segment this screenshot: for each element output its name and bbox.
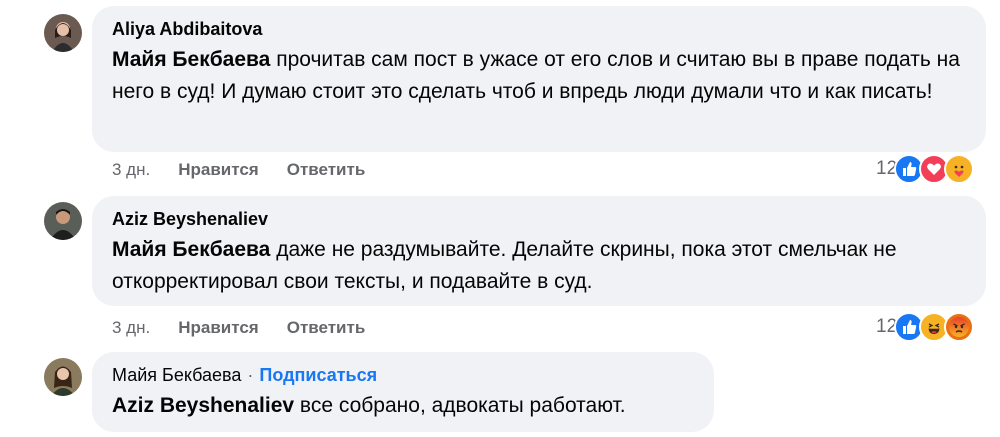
angry-reaction-icon bbox=[944, 312, 975, 342]
reactions-summary[interactable]: 12 bbox=[876, 312, 975, 342]
author-name[interactable]: Aziz Beyshenaliev bbox=[112, 208, 268, 230]
avatar[interactable] bbox=[44, 202, 82, 240]
comment-text: Aziz Beyshenaliev все собрано, адвокаты … bbox=[112, 390, 694, 422]
comment-body: все собрано, адвокаты работают. bbox=[294, 394, 626, 417]
comment-author[interactable]: Aliya Abdibaitova bbox=[112, 18, 966, 40]
care-reaction-icon bbox=[944, 154, 975, 184]
separator-dot: · bbox=[247, 365, 254, 385]
reactions-summary[interactable]: 12 bbox=[876, 154, 975, 184]
avatar[interactable] bbox=[44, 358, 82, 396]
comment-text: Майя Бекбаева прочитав сам пост в ужасе … bbox=[112, 44, 966, 108]
comment-bubble: Aliya Abdibaitova Майя Бекбаева прочитав… bbox=[92, 6, 986, 152]
reply-button[interactable]: Ответить bbox=[287, 160, 366, 180]
mention-link[interactable]: Майя Бекбаева bbox=[112, 48, 270, 71]
author-name[interactable]: Майя Бекбаева bbox=[112, 364, 241, 386]
follow-button[interactable]: Подписаться bbox=[259, 364, 377, 386]
reply-button[interactable]: Ответить bbox=[287, 318, 366, 338]
comment-text: Майя Бекбаева даже не раздумывайте. Дела… bbox=[112, 234, 966, 298]
author-name[interactable]: Aliya Abdibaitova bbox=[112, 18, 262, 40]
comment-author: Майя Бекбаева · Подписаться bbox=[112, 364, 694, 386]
comment-author[interactable]: Aziz Beyshenaliev bbox=[112, 208, 966, 230]
avatar[interactable] bbox=[44, 14, 82, 52]
like-button[interactable]: Нравится bbox=[178, 318, 259, 338]
comment-bubble: Aziz Beyshenaliev Майя Бекбаева даже не … bbox=[92, 196, 986, 306]
timestamp[interactable]: 3 дн. bbox=[112, 318, 150, 338]
mention-link[interactable]: Aziz Beyshenaliev bbox=[112, 394, 294, 417]
comment-actions: 3 дн. Нравится Ответить bbox=[112, 160, 365, 180]
timestamp[interactable]: 3 дн. bbox=[112, 160, 150, 180]
comment-actions: 3 дн. Нравится Ответить bbox=[112, 318, 365, 338]
comment-bubble: Майя Бекбаева · Подписаться Aziz Beyshen… bbox=[92, 352, 714, 432]
mention-link[interactable]: Майя Бекбаева bbox=[112, 238, 270, 261]
like-button[interactable]: Нравится bbox=[178, 160, 259, 180]
